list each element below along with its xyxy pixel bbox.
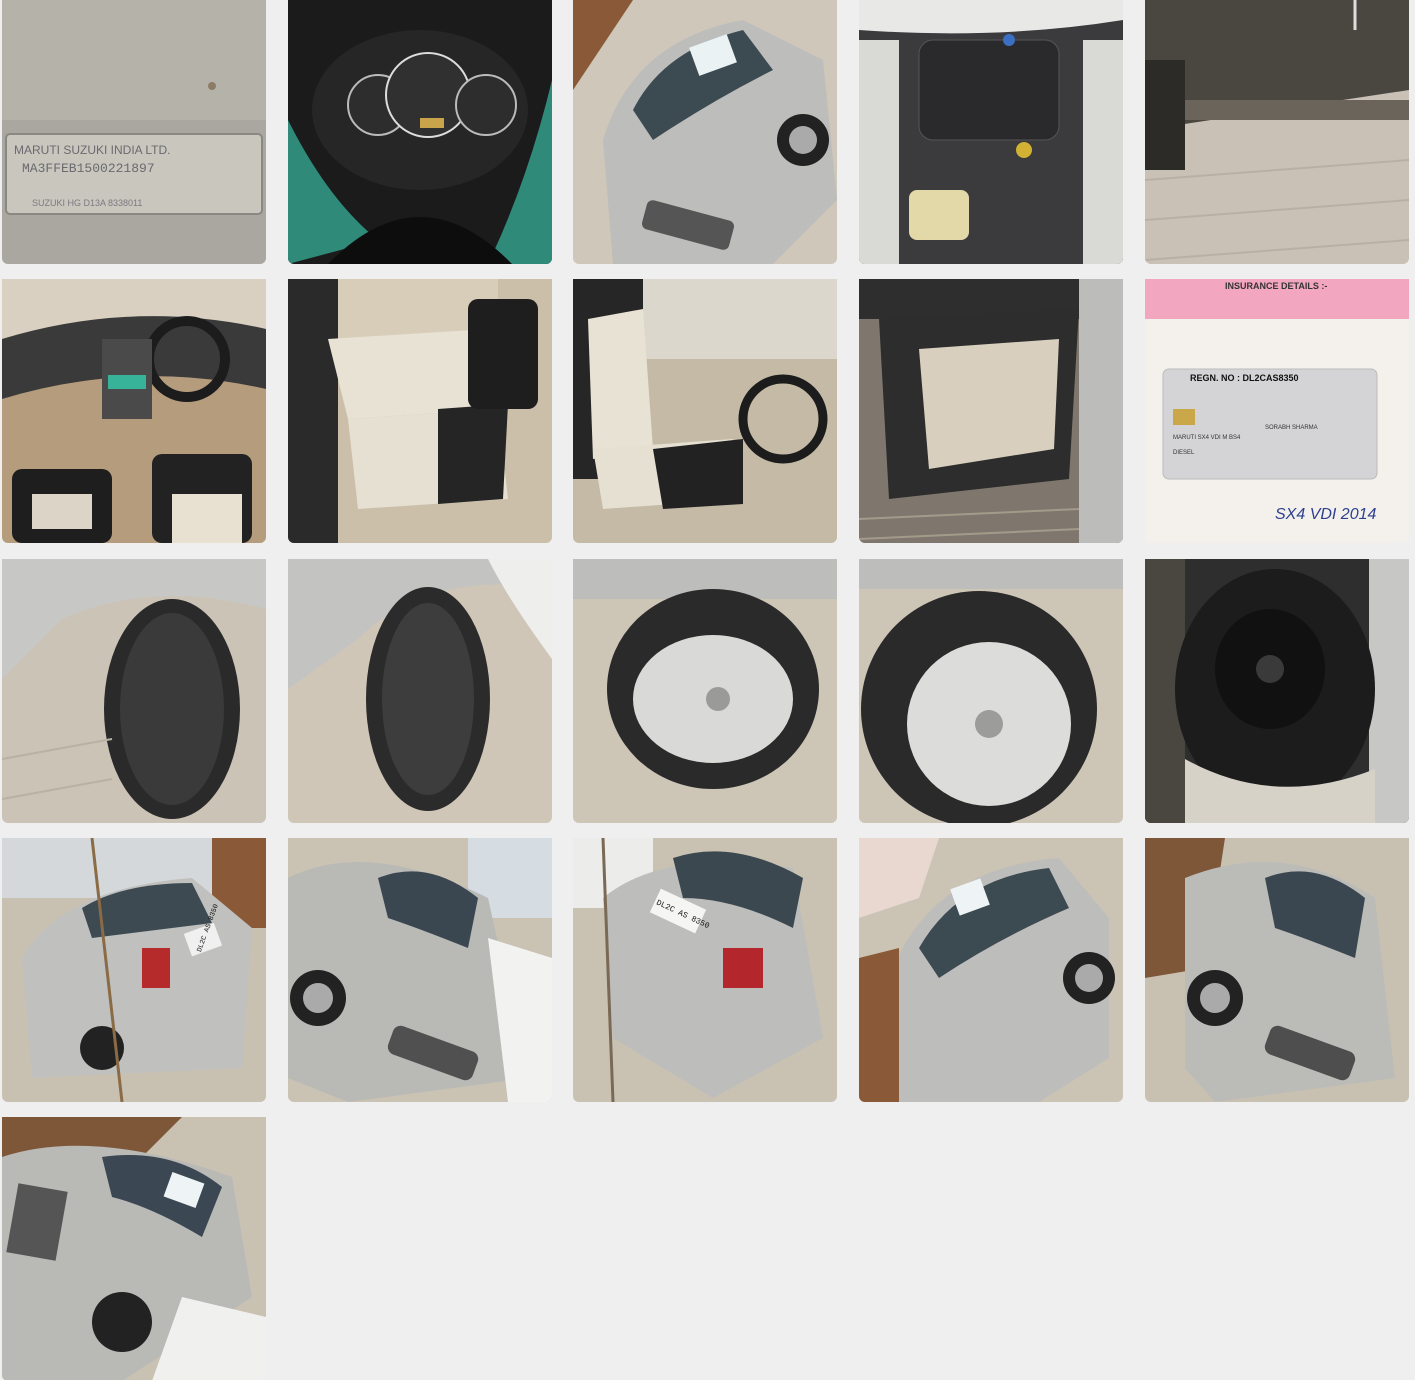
regn-number-text: REGN. NO : DL2CAS8350 xyxy=(1190,373,1299,383)
rc-model-text: MARUTI SX4 VDI M BS4 xyxy=(1173,435,1241,441)
photo-underbody[interactable] xyxy=(1145,0,1409,264)
rc-owner-text: SORABH SHARMA xyxy=(1265,425,1318,431)
car-front-image xyxy=(1145,838,1409,1102)
wheel-image xyxy=(573,559,837,823)
insurance-header-text: INSURANCE DETAILS :- xyxy=(1225,281,1327,291)
photo-tyre-front-right[interactable] xyxy=(288,559,552,823)
photo-engine-bay[interactable] xyxy=(859,0,1123,264)
photo-rear-seat[interactable] xyxy=(288,279,552,543)
engine-bay-image xyxy=(859,0,1123,264)
photo-spare-wheel[interactable] xyxy=(1145,559,1409,823)
photo-front-left-2[interactable] xyxy=(2,1117,266,1380)
photo-front-quarter-2[interactable] xyxy=(859,838,1123,1102)
photo-vin-plate[interactable]: MARUTI SUZUKI INDIA LTD. MA3FFEB15002218… xyxy=(2,0,266,264)
vin-label-line1: MARUTI SUZUKI INDIA LTD. xyxy=(14,143,170,157)
photo-dashboard[interactable] xyxy=(2,279,266,543)
photo-rear-quarter-left[interactable]: DL2C AS 8350 xyxy=(2,838,266,1102)
wheel-image xyxy=(859,559,1123,823)
vin-label-line2: MA3FFEB1500221897 xyxy=(22,161,155,176)
vin-plate-image: MARUTI SUZUKI INDIA LTD. MA3FFEB15002218… xyxy=(2,0,266,264)
instrument-cluster-image xyxy=(288,0,552,264)
rc-fuel-text: DIESEL xyxy=(1173,450,1195,456)
photo-registration-certificate[interactable]: INSURANCE DETAILS :- REGN. NO : DL2CAS83… xyxy=(1145,279,1409,543)
dashboard-image xyxy=(2,279,266,543)
car-front-quarter-image xyxy=(573,0,837,264)
photo-front-left[interactable] xyxy=(288,838,552,1102)
car-rear-image: DL2C AS 8350 xyxy=(573,838,837,1102)
photo-gallery: MARUTI SUZUKI INDIA LTD. MA3FFEB15002218… xyxy=(0,0,1415,1380)
spare-wheel-image xyxy=(1145,559,1409,823)
door-panel-image xyxy=(859,279,1123,543)
photo-rear-right[interactable]: DL2C AS 8350 xyxy=(573,838,837,1102)
photo-wheel-rear-left[interactable] xyxy=(573,559,837,823)
vin-label-line3: SUZUKI HG D13A 8338011 xyxy=(32,198,142,208)
rear-seat-image xyxy=(288,279,552,543)
photo-door-panel[interactable] xyxy=(859,279,1123,543)
photo-front-right[interactable] xyxy=(1145,838,1409,1102)
car-rear-quarter-image: DL2C AS 8350 xyxy=(2,838,266,1102)
photo-front-quarter-1[interactable] xyxy=(573,0,837,264)
tyre-image xyxy=(288,559,552,823)
registration-certificate-image: INSURANCE DETAILS :- REGN. NO : DL2CAS83… xyxy=(1145,279,1409,543)
photo-front-seat[interactable] xyxy=(573,279,837,543)
underbody-image xyxy=(1145,0,1409,264)
handwriting-text: SX4 VDI 2014 xyxy=(1275,506,1377,523)
photo-wheel-rear-right[interactable] xyxy=(859,559,1123,823)
photo-tyre-front-left[interactable] xyxy=(2,559,266,823)
car-front-image xyxy=(288,838,552,1102)
car-front-image xyxy=(2,1117,266,1380)
front-seat-image xyxy=(573,279,837,543)
photo-instrument-cluster[interactable] xyxy=(288,0,552,264)
car-front-quarter-image xyxy=(859,838,1123,1102)
tyre-image xyxy=(2,559,266,823)
